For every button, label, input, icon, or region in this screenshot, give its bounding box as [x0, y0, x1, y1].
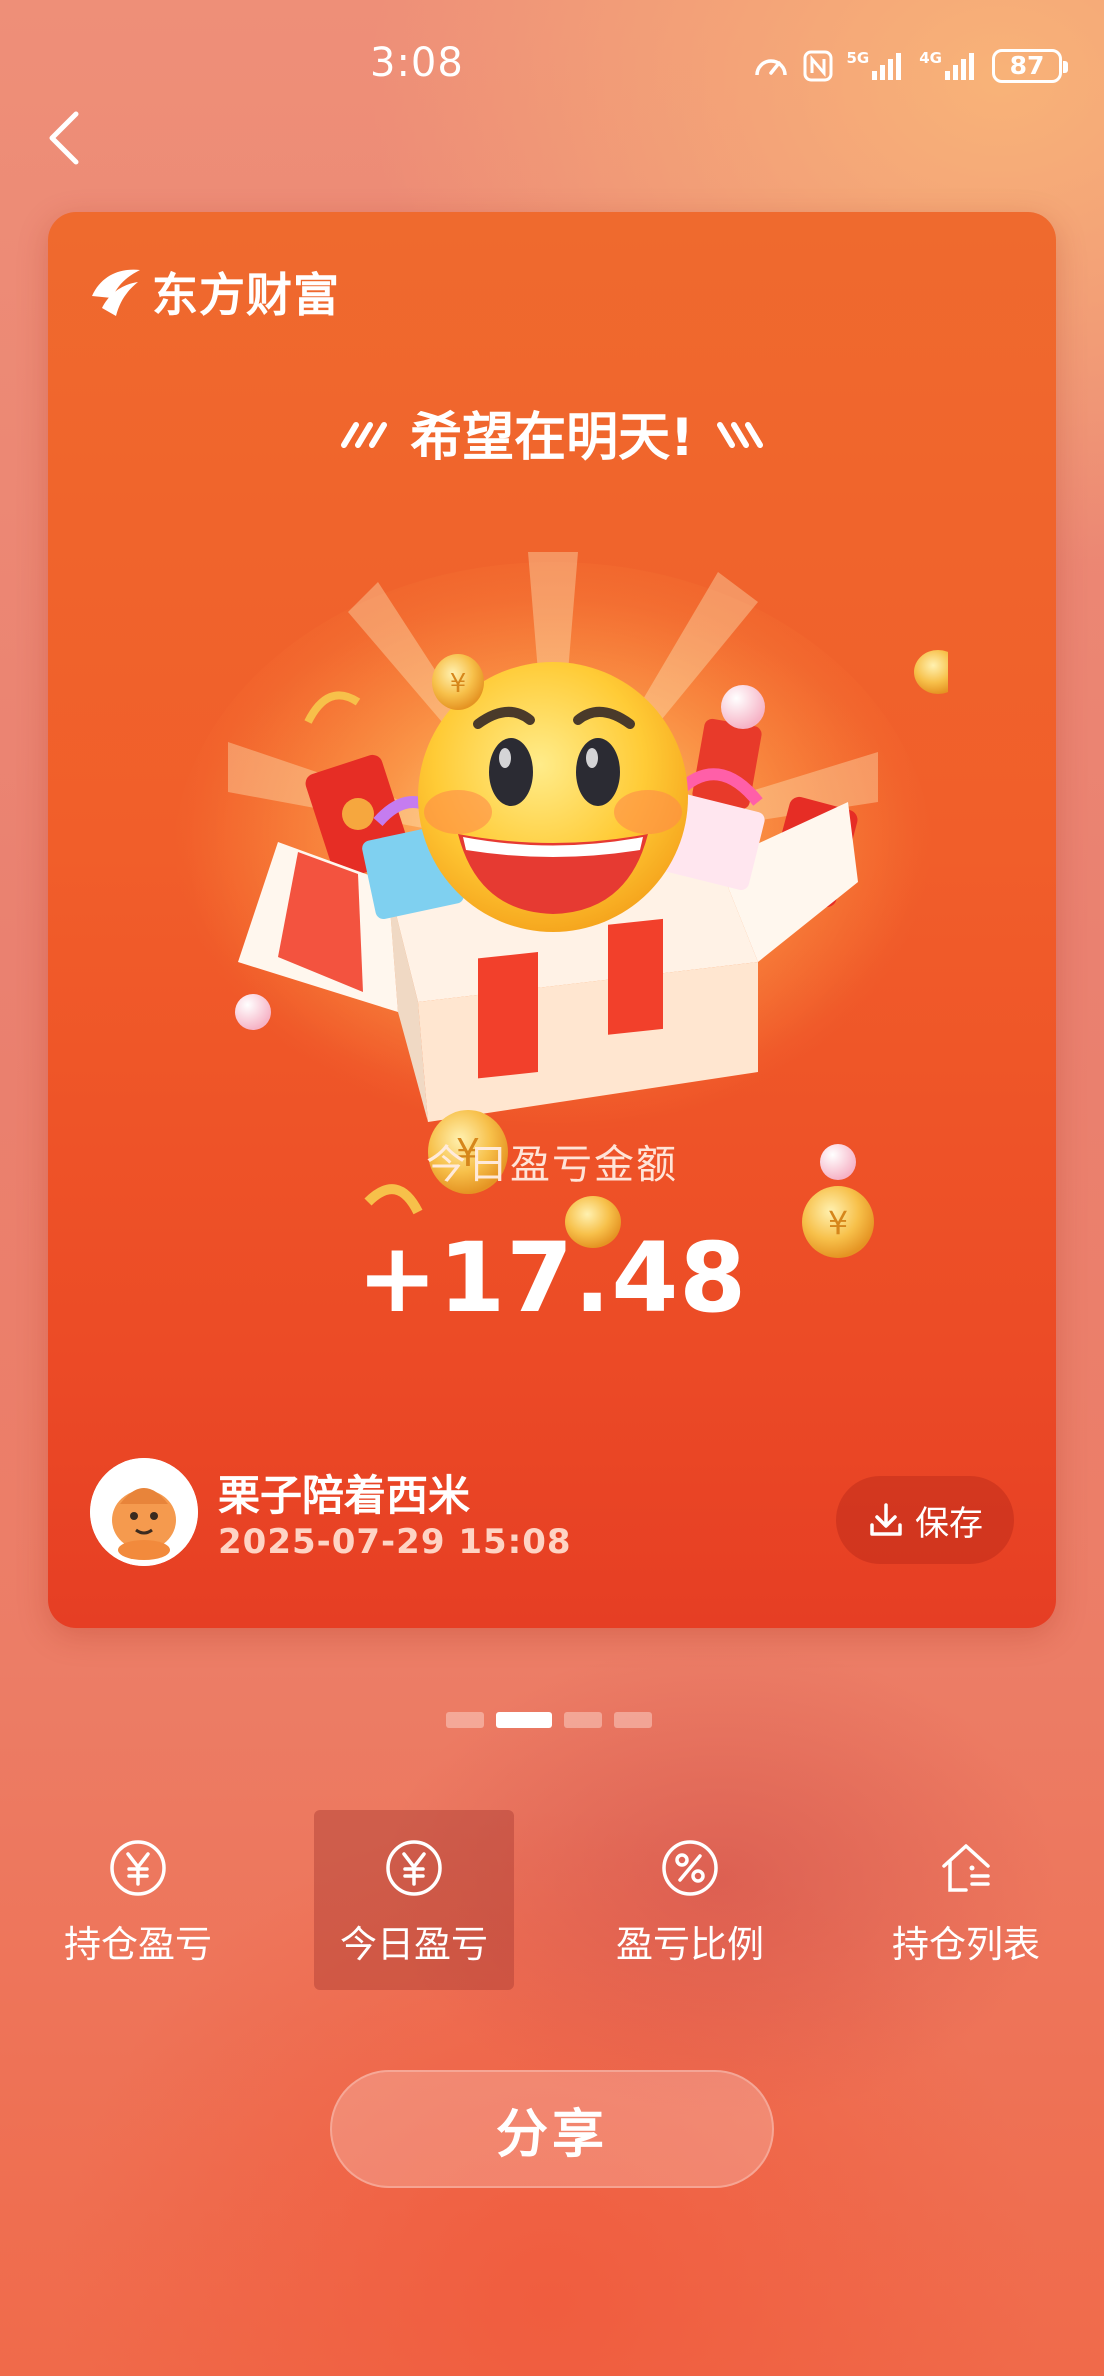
user-name: 栗子陪着西米 — [218, 1471, 471, 1520]
brand-logo: 东方财富 — [88, 257, 340, 327]
pager-dot-active[interactable] — [496, 1712, 552, 1728]
tab-label: 持仓列表 — [892, 1923, 1040, 1966]
coin-1: ¥ — [432, 654, 484, 710]
card-pager — [446, 1712, 652, 1728]
status-time: 3:08 — [370, 40, 464, 86]
pager-dot[interactable] — [446, 1712, 484, 1728]
coin-5 — [914, 650, 948, 694]
status-bar: 3:08 5G 4G 87 — [0, 0, 1104, 130]
network-4g-label: 4G — [919, 49, 942, 67]
network-5g-label: 5G — [846, 49, 870, 67]
pnl-value: +17.48 — [356, 1222, 748, 1334]
download-icon — [870, 1503, 902, 1536]
pnl-label: 今日盈亏金额 — [426, 1142, 678, 1188]
tab-pnl-ratio[interactable]: 盈亏比例 — [590, 1810, 790, 1990]
tab-position-pnl[interactable]: 持仓盈亏 — [38, 1810, 238, 1990]
save-button[interactable]: 保存 — [836, 1476, 1014, 1564]
svg-text:¥: ¥ — [450, 669, 467, 699]
chevron-left-icon — [49, 111, 79, 165]
pearl-2 — [721, 685, 765, 729]
nfc-icon — [803, 50, 833, 82]
motto-left-dashes-icon — [341, 422, 388, 448]
confetti-1 — [364, 1184, 423, 1215]
tab-label: 盈亏比例 — [616, 1923, 764, 1966]
house-list-icon — [942, 1844, 990, 1892]
yen-circle-icon — [386, 1840, 442, 1896]
pager-dot[interactable] — [614, 1712, 652, 1728]
timestamp: 2025-07-29 15:08 — [218, 1522, 572, 1562]
signal-4g-icon: 4G — [919, 51, 978, 81]
motto-right-dashes-icon — [716, 422, 763, 448]
pager-dot[interactable] — [564, 1712, 602, 1728]
avatar-character-icon — [90, 1458, 198, 1566]
battery-indicator: 87 — [992, 49, 1068, 83]
speed-gauge-icon — [753, 51, 789, 81]
tab-position-list[interactable]: 持仓列表 — [866, 1810, 1066, 1990]
brand-name: 东方财富 — [152, 268, 340, 322]
share-button[interactable]: 分享 — [330, 2070, 774, 2188]
motto-text: 希望在明天! — [410, 407, 694, 468]
tab-today-pnl[interactable]: 今日盈亏 — [314, 1810, 514, 1990]
motto: 希望在明天! — [48, 392, 1056, 472]
back-button[interactable] — [34, 108, 94, 168]
tab-label: 今日盈亏 — [340, 1923, 488, 1966]
yen-circle-icon — [110, 1840, 166, 1896]
save-label: 保存 — [915, 1503, 983, 1544]
signal-5g-icon: 5G — [847, 51, 906, 81]
pearl-1 — [235, 994, 271, 1030]
status-icons: 5G 4G 87 — [753, 46, 1068, 86]
user-avatar[interactable] — [90, 1458, 198, 1566]
share-card: 东方财富 希望在明天! ¥ ¥ ¥ 今日盈亏金额 +17.48 栗子陪着西米 2… — [48, 212, 1056, 1628]
tab-label: 持仓盈亏 — [64, 1923, 212, 1966]
percent-circle-icon — [662, 1840, 718, 1896]
east-money-logo-icon — [92, 269, 140, 316]
